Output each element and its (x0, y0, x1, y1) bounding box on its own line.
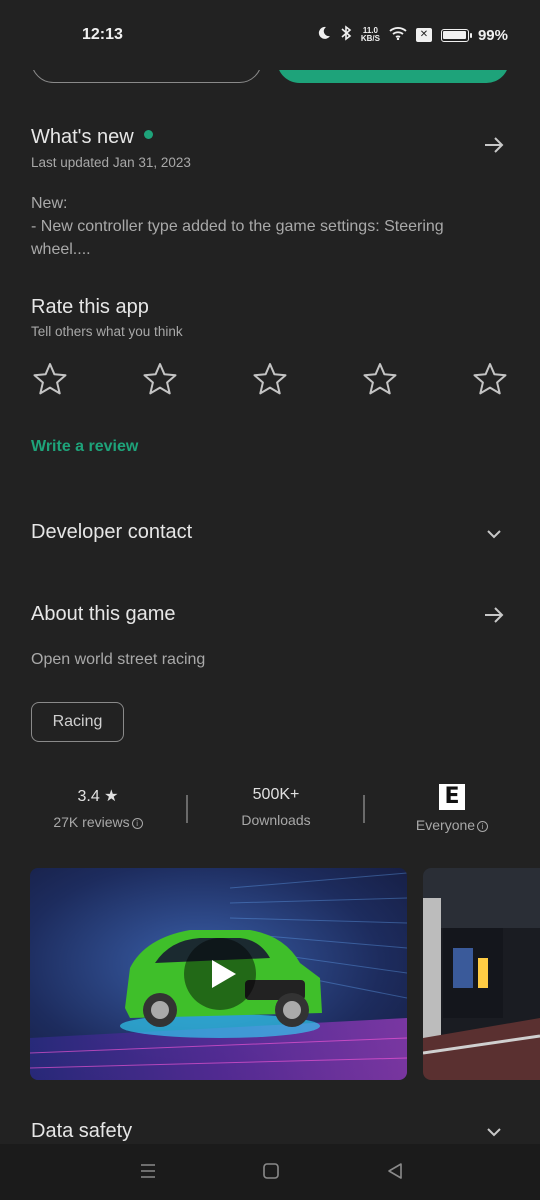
star-rating (33, 362, 507, 401)
menu-icon[interactable] (139, 1162, 157, 1185)
status-bar: 12:13 11.0 KB/S ✕ 99% (0, 0, 540, 70)
last-updated: Last updated Jan 31, 2023 (31, 155, 191, 170)
stats-row: 3.4 ★ 27K reviews i 500K+ Downloads E Eve… (0, 784, 540, 836)
reviews-count: 27K reviews (53, 814, 130, 830)
content-rating-label: Everyone (415, 817, 476, 833)
whats-new-header[interactable]: What's new Last updated Jan 31, 2023 (31, 126, 191, 170)
downloads-stat: 500K+ Downloads (218, 786, 334, 828)
moon-icon (317, 26, 331, 44)
whats-new-notes: New: - New controller type added to the … (31, 195, 444, 258)
play-video-button[interactable] (184, 938, 256, 1010)
home-icon[interactable] (262, 1162, 280, 1185)
screenshot-thumbnail[interactable] (423, 868, 540, 1080)
network-speed: 11.0 KB/S (360, 26, 380, 43)
chevron-down-icon[interactable] (486, 1124, 502, 1140)
bluetooth-icon (340, 25, 352, 45)
content-rating-stat[interactable]: E Everyone i (394, 784, 510, 833)
screenshot-carousel[interactable] (30, 868, 540, 1080)
system-nav-bar (0, 1144, 540, 1200)
stats-divider (186, 795, 188, 823)
chevron-down-icon[interactable] (486, 526, 502, 542)
back-icon[interactable] (386, 1162, 404, 1185)
star-icon-3[interactable] (253, 362, 287, 401)
about-description: Open world street racing (31, 651, 206, 668)
whats-new-title: What's new (31, 126, 191, 149)
battery-percent: 99% (477, 26, 508, 44)
data-safety-title[interactable]: Data safety (31, 1120, 132, 1143)
write-review-link[interactable]: Write a review (31, 438, 138, 456)
notification-icon: ✕ (415, 28, 432, 42)
status-icons: 11.0 KB/S ✕ 99% (317, 25, 508, 45)
downloads-value: 500K+ (252, 786, 300, 803)
rate-subtitle: Tell others what you think (31, 324, 183, 339)
battery-icon (440, 28, 472, 42)
trailer-video-thumbnail[interactable] (30, 868, 407, 1080)
arrow-right-icon[interactable] (482, 133, 506, 164)
about-title[interactable]: About this game (31, 603, 176, 626)
downloads-label: Downloads (241, 812, 311, 828)
status-time: 12:13 (82, 26, 123, 43)
rate-title: Rate this app (31, 296, 149, 318)
rate-section: Rate this app Tell others what you think (31, 296, 183, 339)
star-icon-2[interactable] (143, 362, 177, 401)
star-icon-1[interactable] (33, 362, 67, 401)
star-icon-4[interactable] (363, 362, 397, 401)
info-icon: i (477, 821, 489, 832)
info-icon: i (131, 818, 143, 829)
rating-stat[interactable]: 3.4 ★ 27K reviews i (40, 786, 156, 830)
arrow-right-icon[interactable] (482, 603, 506, 634)
wifi-icon (389, 26, 407, 44)
tag-chip-racing[interactable]: Racing (31, 702, 124, 742)
star-icon-5[interactable] (473, 362, 507, 401)
esrb-everyone-icon: E (439, 784, 465, 810)
new-indicator-dot (143, 130, 153, 139)
stats-divider (363, 795, 365, 823)
developer-contact-title[interactable]: Developer contact (31, 521, 192, 544)
rating-value: 3.4 ★ (77, 788, 119, 805)
